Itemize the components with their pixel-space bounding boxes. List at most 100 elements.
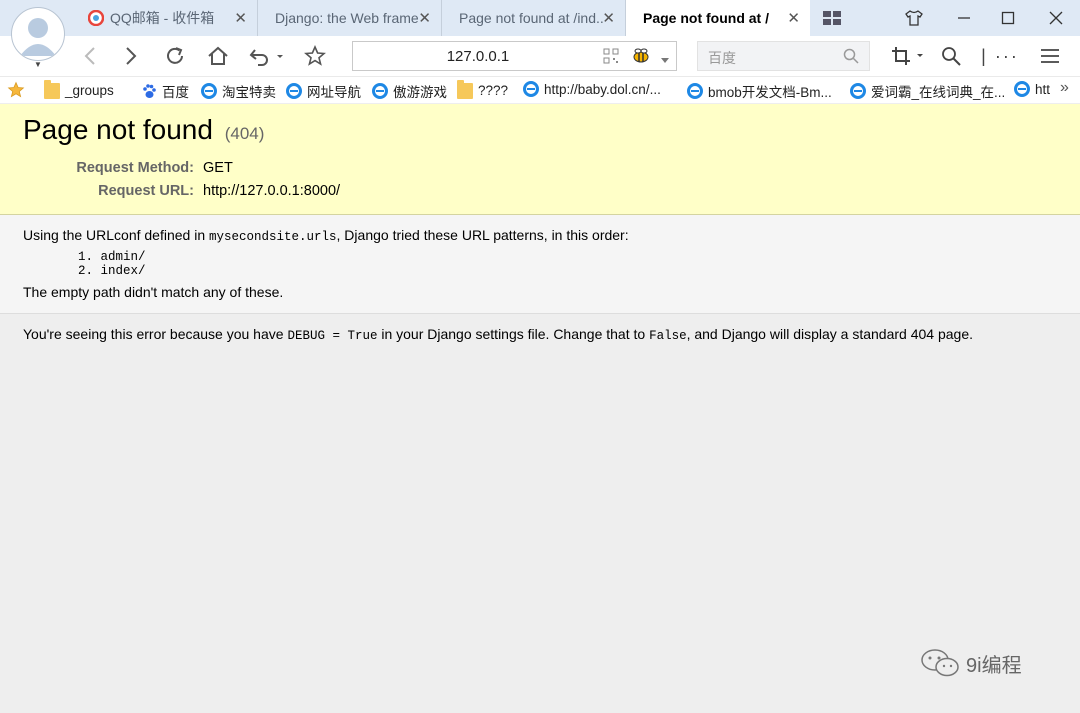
baidu-paw-icon [141, 83, 157, 99]
bookmark-label: 淘宝特卖 [222, 85, 276, 100]
tab-qqmail[interactable]: QQ邮箱 - 收件箱 ✕ [76, 0, 258, 36]
url-pattern-item: 1. admin/ [78, 250, 146, 264]
status-code: (404) [224, 124, 265, 143]
urlconf-info: Using the URLconf defined in mysecondsit… [0, 215, 1080, 314]
avatar-dropdown-icon[interactable]: ▼ [34, 60, 42, 69]
bookmark-label: 百度 [162, 85, 189, 100]
bookmark-nav[interactable]: 网址导航 [286, 81, 361, 101]
favorite-star-icon[interactable] [301, 43, 329, 69]
tab-page-not-found-active[interactable]: Page not found at / ✕ [626, 0, 810, 36]
watermark: 9i编程 [920, 648, 1022, 678]
debug-explanation: You're seeing this error because you hav… [23, 326, 973, 343]
ie-icon [372, 83, 388, 99]
folder-icon [457, 80, 473, 99]
tab-grid-icon[interactable] [810, 0, 854, 36]
address-dropdown-icon[interactable] [661, 51, 669, 69]
tab-close-icon[interactable]: ✕ [602, 9, 615, 27]
explanation-text: You're seeing this error because you hav… [23, 326, 288, 342]
refresh-icon[interactable] [161, 43, 189, 69]
minimize-icon[interactable] [942, 0, 986, 36]
tab-close-icon[interactable]: ✕ [787, 9, 800, 27]
bookmark-baby-dol[interactable]: http://baby.dol.cn/... [523, 81, 661, 97]
bookmark-label: 爱词霸_在线词典_在... [871, 85, 1006, 100]
tab-page-not-found-index[interactable]: Page not found at /ind... ✕ [442, 0, 626, 36]
navigation-bar: 127.0.0.1 百度 | ··· [0, 36, 1080, 76]
bookmarks-star-icon[interactable] [7, 81, 25, 99]
ie-icon [523, 81, 539, 97]
page-title-text: Page not found [23, 114, 213, 145]
urlconf-description: Using the URLconf defined in mysecondsit… [23, 227, 1057, 244]
qrcode-icon[interactable] [603, 48, 619, 69]
search-icon[interactable] [843, 48, 859, 69]
address-bar[interactable]: 127.0.0.1 [352, 41, 677, 71]
ie-icon [1014, 81, 1030, 97]
no-match-message: The empty path didn't match any of these… [23, 284, 284, 300]
false-code: False [649, 329, 687, 343]
address-text[interactable]: 127.0.0.1 [353, 48, 603, 65]
bookmark-label: http://baby.dol.cn/... [544, 81, 661, 97]
request-url-label: Request URL: [98, 183, 194, 199]
tab-title: Page not found at /ind... [459, 10, 604, 26]
tab-bar: ▼ QQ邮箱 - 收件箱 ✕ Django: the Web frame... … [0, 0, 1080, 69]
urlconf-suffix-text: , Django tried these URL patterns, in th… [336, 227, 629, 243]
explanation-text: in your Django settings file. Change tha… [377, 326, 650, 342]
urlconf-module: mysecondsite.urls [209, 230, 337, 244]
back-icon[interactable] [76, 43, 104, 69]
bookmark-baidu[interactable]: 百度 [141, 81, 189, 101]
debug-setting-code: DEBUG = True [287, 329, 378, 343]
request-method-label: Request Method: [76, 160, 194, 176]
bookmark-folder-unknown[interactable]: ???? [457, 80, 509, 99]
ie-icon [687, 83, 703, 99]
undo-close-tab-icon[interactable] [247, 43, 287, 69]
screenshot-crop-icon[interactable] [888, 43, 928, 69]
bookmark-label: htt [1035, 81, 1051, 97]
user-silhouette-icon [20, 18, 56, 56]
bookmark-label: ???? [478, 82, 509, 98]
request-method-value: GET [203, 160, 233, 176]
bookmark-iciba[interactable]: 爱词霸_在线词典_在... [850, 81, 1005, 101]
bookmark-truncated[interactable]: htt [1014, 81, 1050, 97]
ie-icon [850, 83, 866, 99]
search-placeholder: 百度 [708, 50, 736, 66]
urlconf-prefix-text: Using the URLconf defined in [23, 227, 209, 243]
explanation-text: , and Django will display a standard 404… [686, 326, 973, 342]
skin-shirt-icon[interactable] [892, 0, 936, 36]
url-pattern-list: 1. admin/ 2. index/ [78, 250, 1057, 278]
tab-close-icon[interactable]: ✕ [418, 9, 431, 27]
forward-icon[interactable] [117, 43, 145, 69]
watermark-text: 9i编程 [966, 654, 1022, 677]
close-window-icon[interactable] [1034, 0, 1078, 36]
tab-django-docs[interactable]: Django: the Web frame... ✕ [258, 0, 442, 36]
ie-icon [286, 83, 302, 99]
browser-chrome: ▼ QQ邮箱 - 收件箱 ✕ Django: the Web frame... … [0, 0, 1080, 103]
bookmark-label: 网址导航 [307, 85, 361, 100]
bookmark-maxthon-games[interactable]: 傲游游戏 [372, 81, 447, 101]
more-bookmarks-icon[interactable]: » [1060, 79, 1069, 97]
menu-icon[interactable] [1036, 43, 1064, 69]
search-box[interactable]: 百度 [697, 41, 870, 71]
tab-close-icon[interactable]: ✕ [234, 9, 247, 27]
bookmarks-bar: _groups 百度 淘宝特卖 网址导航 傲游游戏 ???? http://ba… [0, 76, 1080, 103]
more-tools-icon[interactable]: | ··· [978, 43, 1022, 69]
ie-icon [201, 83, 217, 99]
bookmark-groups[interactable]: _groups [44, 80, 114, 99]
bookmark-label: 傲游游戏 [393, 85, 447, 100]
qq-mail-favicon-icon [87, 9, 105, 27]
page-title: Page not found (404) [23, 114, 1057, 150]
error-summary: Page not found (404) Request Method: GET… [0, 104, 1080, 215]
tab-title: Django: the Web frame... [275, 10, 420, 26]
url-pattern-item: 2. index/ [78, 264, 146, 278]
tab-title: Page not found at / [643, 10, 769, 26]
bookmark-bmob-docs[interactable]: bmob开发文档-Bm... [687, 81, 832, 101]
bookmark-label: bmob开发文档-Bm... [708, 85, 832, 100]
bookmark-label: _groups [65, 82, 114, 98]
tab-title: QQ邮箱 - 收件箱 [110, 10, 215, 26]
bookmark-taobao[interactable]: 淘宝特卖 [201, 81, 276, 101]
user-avatar[interactable] [11, 7, 65, 61]
bee-plugin-icon[interactable] [631, 47, 651, 70]
home-icon[interactable] [204, 43, 232, 69]
magic-fill-icon[interactable] [937, 43, 965, 69]
maximize-icon[interactable] [986, 0, 1030, 36]
wechat-icon [921, 649, 959, 677]
request-url-value: http://127.0.0.1:8000/ [203, 183, 341, 199]
